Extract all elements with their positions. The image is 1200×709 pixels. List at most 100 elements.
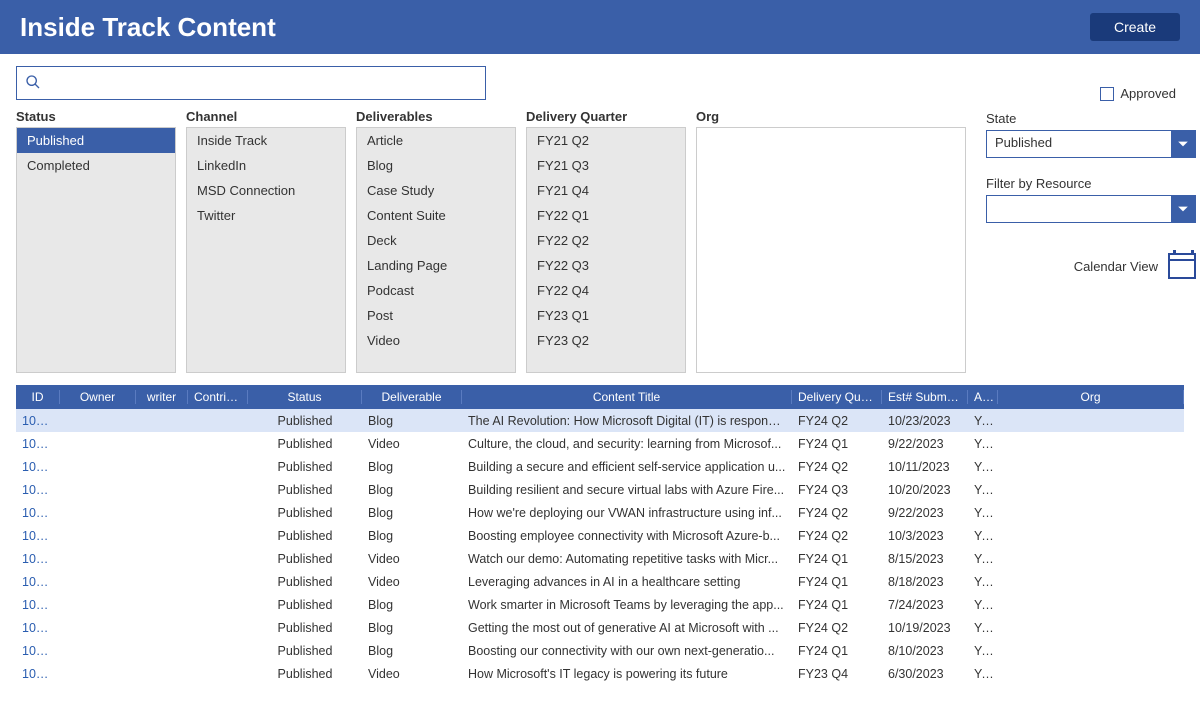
row-status: Published: [248, 529, 362, 543]
row-submit: 7/24/2023: [882, 598, 968, 612]
filter-item[interactable]: FY22 Q4: [527, 278, 685, 303]
channel-filter-list[interactable]: Inside TrackLinkedInMSD ConnectionTwitte…: [186, 127, 346, 373]
filter-resource-label: Filter by Resource: [986, 176, 1196, 191]
col-status[interactable]: Status: [248, 390, 362, 404]
filter-item[interactable]: FY23 Q1: [527, 303, 685, 328]
filter-item[interactable]: LinkedIn: [187, 153, 345, 178]
filter-item[interactable]: Video: [357, 328, 515, 353]
table-row[interactable]: 10581PublishedBlogThe AI Revolution: How…: [16, 409, 1184, 432]
table-row[interactable]: 10524PublishedBlogWork smarter in Micros…: [16, 593, 1184, 616]
filter-item[interactable]: FY21 Q3: [527, 153, 685, 178]
search-box[interactable]: [16, 66, 486, 100]
row-status: Published: [248, 506, 362, 520]
row-id-link[interactable]: 10547: [16, 483, 60, 497]
col-id[interactable]: ID: [16, 390, 60, 404]
row-id-link[interactable]: 10581: [16, 414, 60, 428]
row-approved: Yes: [968, 598, 998, 612]
table-row[interactable]: 10526PublishedVideoLeveraging advances i…: [16, 570, 1184, 593]
filter-item[interactable]: Post: [357, 303, 515, 328]
col-approved[interactable]: Ap...: [968, 390, 998, 404]
calendar-view-link[interactable]: Calendar View: [986, 253, 1196, 279]
quarter-filter-list[interactable]: FY21 Q2FY21 Q3FY21 Q4FY22 Q1FY22 Q2FY22 …: [526, 127, 686, 373]
org-filter-label: Org: [696, 109, 966, 124]
filter-item[interactable]: FY23 Q2: [527, 328, 685, 353]
filter-item[interactable]: Article: [357, 128, 515, 153]
table-row[interactable]: 10535PublishedBlogBoosting employee conn…: [16, 524, 1184, 547]
filter-item[interactable]: Inside Track: [187, 128, 345, 153]
row-title: Watch our demo: Automating repetitive ta…: [462, 552, 792, 566]
quarter-filter-label: Delivery Quarter: [526, 109, 686, 124]
col-org[interactable]: Org: [998, 390, 1184, 404]
filter-item[interactable]: FY22 Q2: [527, 228, 685, 253]
table-row[interactable]: 10533PublishedVideoWatch our demo: Autom…: [16, 547, 1184, 570]
table-row[interactable]: 10520PublishedBlogBoosting our connectiv…: [16, 639, 1184, 662]
col-submit[interactable]: Est# Submit t...: [882, 390, 968, 404]
filter-item[interactable]: Content Suite: [357, 203, 515, 228]
filter-item[interactable]: FY21 Q4: [527, 178, 685, 203]
row-quarter: FY24 Q1: [792, 552, 882, 566]
org-filter-list[interactable]: [696, 127, 966, 373]
row-status: Published: [248, 483, 362, 497]
row-id-link[interactable]: 10524: [16, 598, 60, 612]
row-id-link[interactable]: 10548: [16, 460, 60, 474]
filter-item[interactable]: FY22 Q1: [527, 203, 685, 228]
row-id-link[interactable]: 10535: [16, 529, 60, 543]
row-submit: 10/23/2023: [882, 414, 968, 428]
table-row[interactable]: 10519PublishedVideoHow Microsoft's IT le…: [16, 662, 1184, 685]
row-quarter: FY24 Q1: [792, 437, 882, 451]
filter-item[interactable]: MSD Connection: [187, 178, 345, 203]
row-id-link[interactable]: 10520: [16, 644, 60, 658]
row-approved: Yes: [968, 506, 998, 520]
state-select[interactable]: Published: [986, 130, 1196, 158]
filter-item[interactable]: Published: [17, 128, 175, 153]
filter-item[interactable]: Blog: [357, 153, 515, 178]
row-deliverable: Video: [362, 552, 462, 566]
filter-item[interactable]: Completed: [17, 153, 175, 178]
col-writer[interactable]: writer: [136, 390, 188, 404]
row-title: Boosting our connectivity with our own n…: [462, 644, 792, 658]
filter-item[interactable]: Deck: [357, 228, 515, 253]
filter-item[interactable]: Landing Page: [357, 253, 515, 278]
row-id-link[interactable]: 10519: [16, 667, 60, 681]
search-input[interactable]: [41, 67, 485, 99]
table-row[interactable]: 10537PublishedBlogHow we're deploying ou…: [16, 501, 1184, 524]
deliverables-filter-list[interactable]: ArticleBlogCase StudyContent SuiteDeckLa…: [356, 127, 516, 373]
approved-checkbox[interactable]: [1100, 87, 1114, 101]
row-id-link[interactable]: 10533: [16, 552, 60, 566]
calendar-view-label: Calendar View: [1074, 259, 1158, 274]
col-owner[interactable]: Owner: [60, 390, 136, 404]
table-row[interactable]: 10521PublishedBlogGetting the most out o…: [16, 616, 1184, 639]
app-header: Inside Track Content Create: [0, 0, 1200, 54]
col-quarter[interactable]: Delivery Quar...: [792, 390, 882, 404]
col-title[interactable]: Content Title: [462, 390, 792, 404]
grid-header-row: ID Owner writer Contribu... Status Deliv…: [16, 385, 1184, 409]
row-id-link[interactable]: 10521: [16, 621, 60, 635]
col-contrib[interactable]: Contribu...: [188, 390, 248, 404]
row-approved: Yes: [968, 437, 998, 451]
row-deliverable: Blog: [362, 644, 462, 658]
row-quarter: FY24 Q1: [792, 575, 882, 589]
calendar-icon: [1168, 253, 1196, 279]
table-row[interactable]: 10548PublishedBlogBuilding a secure and …: [16, 455, 1184, 478]
status-filter-list[interactable]: PublishedCompleted: [16, 127, 176, 373]
row-id-link[interactable]: 10563: [16, 437, 60, 451]
col-deliverable[interactable]: Deliverable: [362, 390, 462, 404]
filter-item[interactable]: Twitter: [187, 203, 345, 228]
filter-item[interactable]: Case Study: [357, 178, 515, 203]
filter-item[interactable]: FY22 Q3: [527, 253, 685, 278]
filter-item[interactable]: FY21 Q2: [527, 128, 685, 153]
table-row[interactable]: 10563PublishedVideoCulture, the cloud, a…: [16, 432, 1184, 455]
row-submit: 8/15/2023: [882, 552, 968, 566]
filter-resource-select[interactable]: [986, 195, 1196, 223]
row-approved: Yes: [968, 644, 998, 658]
table-row[interactable]: 10547PublishedBlogBuilding resilient and…: [16, 478, 1184, 501]
filter-item[interactable]: Podcast: [357, 278, 515, 303]
row-id-link[interactable]: 10526: [16, 575, 60, 589]
row-quarter: FY24 Q3: [792, 483, 882, 497]
row-submit: 8/10/2023: [882, 644, 968, 658]
row-deliverable: Blog: [362, 414, 462, 428]
chevron-down-icon: [1171, 131, 1195, 157]
create-button[interactable]: Create: [1090, 13, 1180, 41]
row-deliverable: Blog: [362, 621, 462, 635]
row-id-link[interactable]: 10537: [16, 506, 60, 520]
